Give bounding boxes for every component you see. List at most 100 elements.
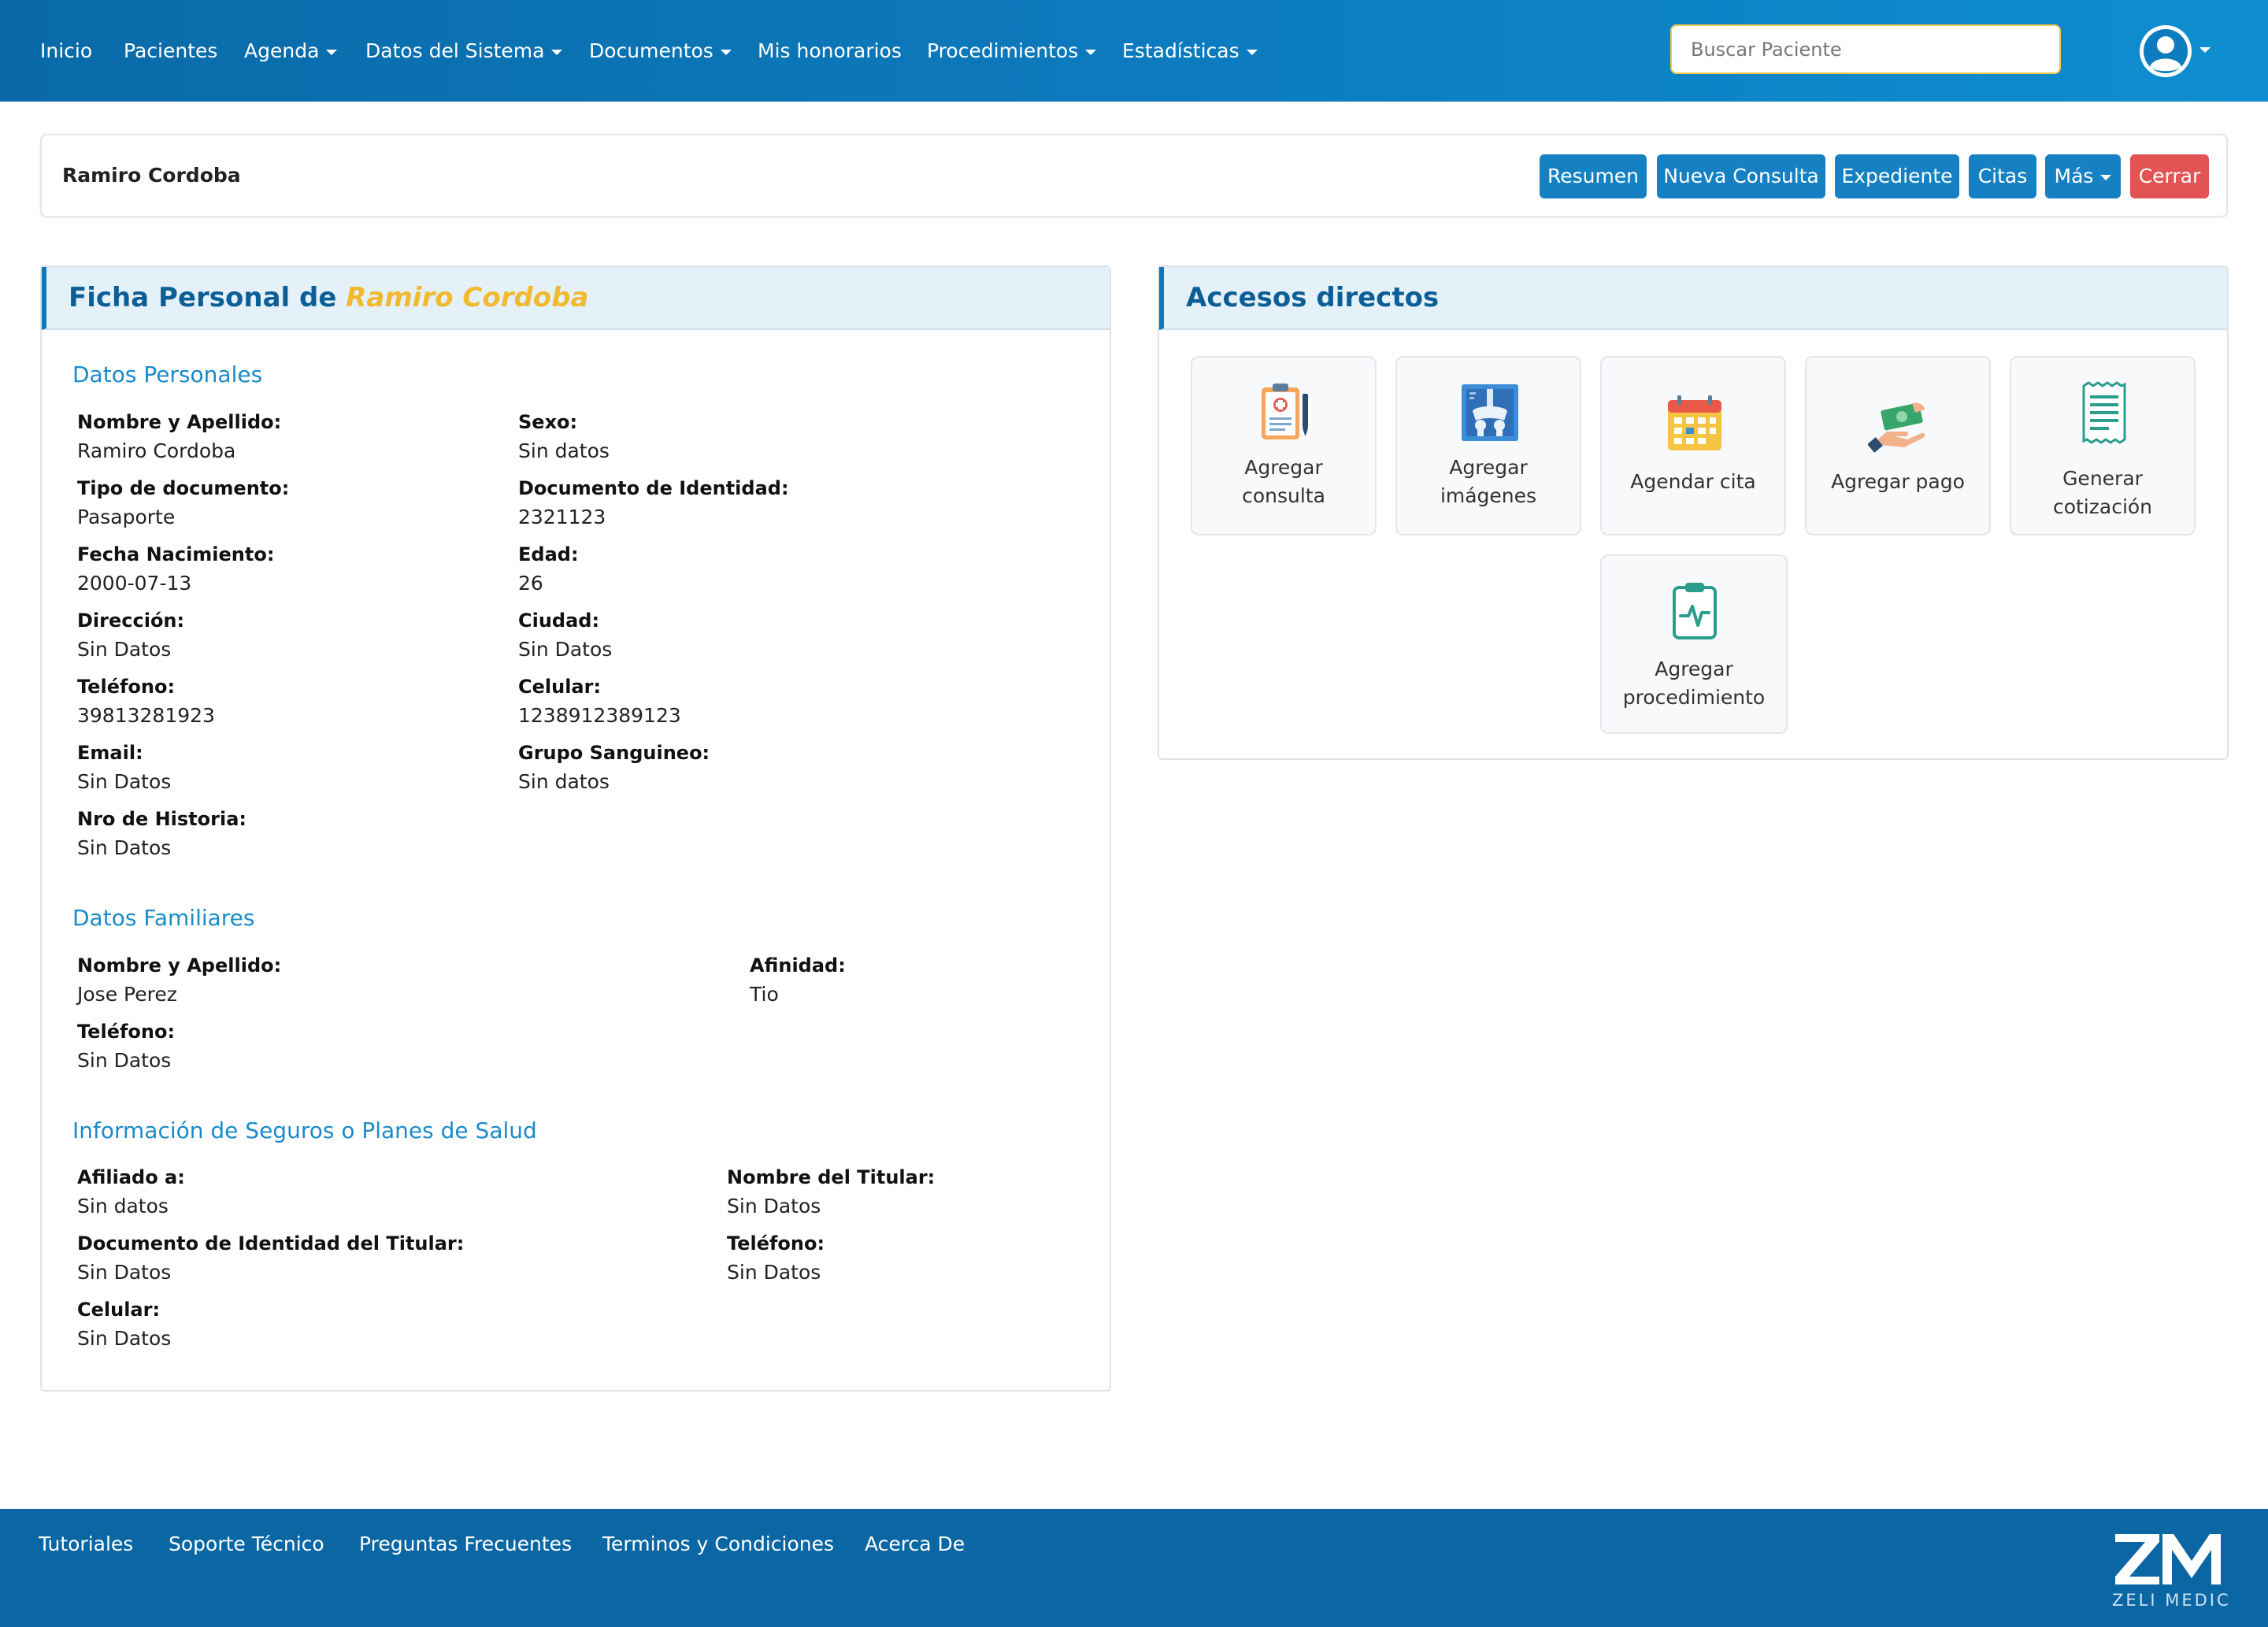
footer-link-soporte[interactable]: Soporte Técnico: [169, 1532, 324, 1555]
accesos-directos-panel: Accesos directos Agregar consulta Agrega…: [1158, 265, 2229, 760]
nav-procedimientos[interactable]: Procedimientos: [927, 37, 1097, 65]
section-datos-personales: Datos Personales: [72, 361, 263, 387]
field-label: Edad:: [518, 543, 579, 565]
panel-title: Accesos directos: [1159, 267, 2227, 330]
clipboard-pulse-icon: [1673, 583, 1717, 639]
tile-label: procedimiento: [1622, 686, 1766, 709]
tile-label: Agregar: [1449, 456, 1528, 479]
field-value: Sin datos: [518, 770, 610, 793]
caret-down-icon: [326, 49, 338, 55]
agregar-pago-tile[interactable]: Agregar pago: [1805, 356, 1991, 536]
field-label: Nombre del Titular:: [727, 1166, 936, 1188]
tile-label: imágenes: [1440, 484, 1537, 507]
nav-label: Agenda: [244, 39, 320, 62]
caret-down-icon: [720, 49, 732, 55]
patient-header-bar: Ramiro Cordoba Resumen Nueva Consulta Ex…: [40, 134, 2228, 217]
agregar-imagenes-tile[interactable]: Agregar imágenes: [1395, 356, 1581, 536]
search-patient-input[interactable]: [1670, 24, 2061, 74]
caret-down-icon: [1085, 49, 1097, 55]
field-label: Nombre y Apellido:: [77, 954, 282, 977]
clipboard-medical-icon: [1262, 384, 1308, 439]
field-value: 2000-07-13: [77, 572, 192, 595]
footer: Tutoriales Soporte Técnico Preguntas Fre…: [0, 1509, 2268, 1627]
resumen-button[interactable]: Resumen: [1540, 154, 1647, 198]
cerrar-button[interactable]: Cerrar: [2130, 154, 2209, 198]
field-label: Celular:: [518, 676, 602, 698]
nav-label: Datos del Sistema: [365, 39, 545, 62]
agregar-consulta-tile[interactable]: Agregar consulta: [1191, 356, 1377, 536]
field-label: Nro de Historia:: [77, 808, 246, 830]
field-label: Nombre y Apellido:: [77, 411, 282, 433]
field-label: Email:: [77, 742, 143, 764]
field-label: Documento de Identidad:: [518, 477, 789, 499]
zeli-medic-logo: [2115, 1534, 2221, 1584]
field-value: Sin Datos: [77, 836, 172, 859]
nav-datos-del-sistema[interactable]: Datos del Sistema: [365, 37, 563, 65]
button-label: Resumen: [1547, 165, 1640, 187]
field-value: Sin Datos: [727, 1195, 821, 1217]
field-label: Teléfono:: [77, 676, 176, 698]
expediente-button[interactable]: Expediente: [1835, 154, 1959, 198]
footer-link-preguntas[interactable]: Preguntas Frecuentes: [359, 1532, 572, 1555]
field-value: Sin Datos: [77, 1049, 172, 1072]
field-label: Ciudad:: [518, 610, 600, 632]
field-label: Teléfono:: [77, 1021, 176, 1043]
field-label: Celular:: [77, 1299, 161, 1321]
nav-label: Inicio: [40, 39, 93, 62]
tile-label: Agregar: [1244, 456, 1323, 479]
button-label: Expediente: [1841, 165, 1953, 187]
nav-mis-honorarios[interactable]: Mis honorarios: [758, 37, 902, 65]
nav-estadisticas[interactable]: Estadísticas: [1122, 37, 1258, 65]
button-label: Nueva Consulta: [1663, 165, 1819, 187]
mas-dropdown-button[interactable]: Más: [2045, 154, 2121, 198]
receipt-icon: [2082, 381, 2126, 444]
button-label: Más: [2054, 165, 2094, 187]
field-label: Tipo de documento:: [77, 477, 290, 499]
field-label: Fecha Nacimiento:: [77, 543, 275, 565]
tile-label: Agendar cita: [1630, 470, 1756, 493]
nav-agenda[interactable]: Agenda: [244, 37, 338, 65]
field-value: Sin datos: [518, 439, 610, 462]
field-label: Sexo:: [518, 411, 578, 433]
nav-label: Pacientes: [124, 39, 218, 62]
field-value: Sin datos: [77, 1195, 169, 1217]
footer-link-acerca[interactable]: Acerca De: [865, 1532, 965, 1555]
tile-label: consulta: [1242, 484, 1325, 507]
section-seguros: Información de Seguros o Planes de Salud: [72, 1117, 537, 1143]
field-label: Teléfono:: [727, 1232, 825, 1255]
panel-title: Ficha Personal de Ramiro Cordoba: [42, 267, 1110, 330]
field-value: Sin Datos: [77, 1261, 172, 1284]
nav-inicio[interactable]: Inicio: [40, 37, 92, 65]
nueva-consulta-button[interactable]: Nueva Consulta: [1657, 154, 1825, 198]
footer-link-terminos[interactable]: Terminos y Condiciones: [602, 1532, 834, 1555]
panel-title-patient-name: Ramiro Cordoba: [346, 282, 589, 313]
xray-icon: [1462, 384, 1518, 441]
section-datos-familiares: Datos Familiares: [72, 905, 255, 931]
generar-cotizacion-tile[interactable]: Generar cotización: [2010, 356, 2196, 536]
patient-name: Ramiro Cordoba: [62, 164, 241, 187]
agendar-cita-tile[interactable]: Agendar cita: [1600, 356, 1786, 536]
user-menu[interactable]: [2137, 21, 2216, 81]
field-value: Sin Datos: [77, 770, 172, 793]
payment-icon: [1868, 402, 1925, 453]
field-value: Sin Datos: [518, 638, 613, 661]
logo-text: ZELI MEDIC: [2112, 1591, 2231, 1610]
field-value: 2321123: [518, 506, 606, 528]
agregar-procedimiento-tile[interactable]: Agregar procedimiento: [1600, 554, 1788, 734]
field-value: Pasaporte: [77, 506, 176, 528]
field-label: Grupo Sanguineo:: [518, 742, 710, 764]
caret-down-icon: [1246, 49, 1258, 55]
field-label: Afiliado a:: [77, 1166, 185, 1188]
button-label: Cerrar: [2138, 165, 2201, 187]
ficha-personal-panel: Ficha Personal de Ramiro Cordoba Datos P…: [40, 265, 1111, 1392]
citas-button[interactable]: Citas: [1969, 154, 2036, 198]
field-label: Dirección:: [77, 610, 185, 632]
nav-pacientes[interactable]: Pacientes: [124, 37, 217, 65]
user-circle-icon: [2140, 25, 2192, 77]
nav-documentos[interactable]: Documentos: [589, 37, 732, 65]
field-value: 26: [518, 572, 543, 595]
field-value: Jose Perez: [77, 983, 177, 1006]
nav-label: Mis honorarios: [758, 39, 902, 62]
button-label: Citas: [1977, 165, 2028, 187]
footer-link-tutoriales[interactable]: Tutoriales: [39, 1532, 133, 1555]
